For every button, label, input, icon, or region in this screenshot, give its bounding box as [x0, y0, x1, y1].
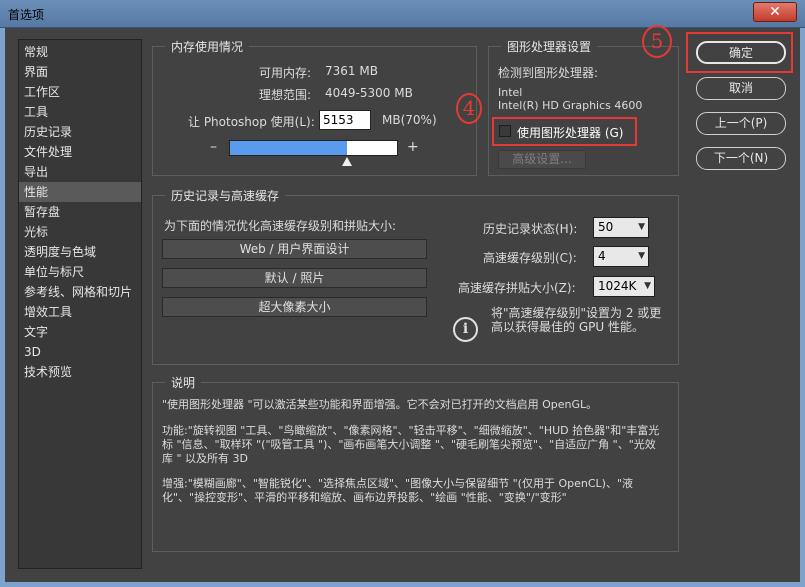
description-paragraph-3: 增强:"模糊画廊"、"智能锐化"、"选择焦点区域"、"图像大小与保留细节 "(仅…	[162, 477, 634, 504]
sidebar-item[interactable]: 工作区	[19, 82, 141, 102]
close-button[interactable]: ✕	[753, 2, 797, 22]
available-memory-value: 7361 MB	[325, 64, 378, 78]
sidebar-item[interactable]: 工具	[19, 102, 141, 122]
tile-size-label: 高速缓存拼贴大小(Z):	[458, 281, 576, 295]
available-memory-label: 可用内存:	[259, 66, 312, 80]
description-paragraph-1: "使用图形处理器 "可以激活某些功能和界面增强。它不会对已打开的文档启用 Ope…	[162, 398, 598, 411]
history-cache-title: 历史记录与高速缓存	[165, 187, 286, 204]
use-gpu-label[interactable]: 使用图形处理器 (G)	[517, 124, 623, 141]
sidebar-item[interactable]: 性能	[19, 182, 141, 202]
sidebar-item[interactable]: 光标	[19, 222, 141, 242]
sidebar-item[interactable]: 导出	[19, 162, 141, 182]
sidebar-item[interactable]: 文字	[19, 322, 141, 342]
window-title: 首选项	[8, 8, 45, 22]
history-states-select[interactable]: 50 ▼	[593, 217, 649, 238]
title-bar: 首选项 ✕	[0, 0, 805, 28]
gpu-model: Intel(R) HD Graphics 4600	[498, 99, 643, 112]
chevron-down-icon: ▼	[638, 222, 645, 232]
description-paragraph-2: 功能:"旋转视图 "工具、"鸟瞰缩放"、"像素网格"、"轻击平移"、"细微缩放"…	[162, 424, 660, 465]
sidebar: 常规 界面 工作区 工具 历史记录 文件处理 导出 性能 暂存盘 光标 透明度与色域 单位与标尺 参考线…	[18, 39, 142, 569]
cache-levels-value: 4	[598, 249, 606, 263]
preset-default-photo-button[interactable]: 默认 / 照片	[162, 268, 427, 288]
sidebar-item[interactable]: 界面	[19, 62, 141, 82]
ideal-range-label: 理想范围:	[259, 88, 312, 102]
history-states-value: 50	[598, 220, 614, 234]
sidebar-item[interactable]: 单位与标尺	[19, 262, 141, 282]
gpu-vendor: Intel	[498, 86, 523, 99]
tile-size-select[interactable]: 1024K ▼	[593, 276, 655, 297]
use-gpu-checkbox[interactable]	[499, 125, 511, 137]
memory-decrease-button[interactable]: –	[210, 139, 217, 155]
sidebar-item[interactable]: 技术预览	[19, 362, 141, 382]
sidebar-item[interactable]: 历史记录	[19, 122, 141, 142]
annotation-five: 5	[642, 25, 672, 58]
info-icon: i	[453, 317, 478, 342]
memory-group-title: 内存使用情况	[165, 38, 250, 55]
cache-levels-label: 高速缓存级别(C):	[483, 251, 577, 265]
next-button[interactable]: 下一个(N)	[696, 147, 786, 170]
memory-use-unit: MB(70%)	[382, 113, 437, 127]
history-states-label: 历史记录状态(H):	[483, 222, 578, 236]
preset-huge-pixel-button[interactable]: 超大像素大小	[162, 297, 427, 317]
gpu-info-line2: 高以获得最佳的 GPU 性能。	[491, 320, 644, 334]
gpu-detected-label: 检测到图形处理器:	[498, 66, 599, 80]
ideal-range-value: 4049-5300 MB	[325, 86, 413, 100]
sidebar-item[interactable]: 文件处理	[19, 142, 141, 162]
sidebar-item[interactable]: 暂存盘	[19, 202, 141, 222]
advanced-settings-button: 高级设置...	[498, 150, 586, 169]
previous-button[interactable]: 上一个(P)	[696, 112, 786, 135]
sidebar-item[interactable]: 透明度与色域	[19, 242, 141, 262]
memory-slider-thumb[interactable]	[342, 157, 353, 166]
description-title: 说明	[165, 374, 202, 391]
memory-use-input[interactable]: 5153	[319, 110, 371, 130]
sidebar-item[interactable]: 常规	[19, 42, 141, 62]
sidebar-item[interactable]: 参考线、网格和切片	[19, 282, 141, 302]
sidebar-item[interactable]: 增效工具	[19, 302, 141, 322]
cancel-button[interactable]: 取消	[696, 77, 786, 100]
cache-levels-select[interactable]: 4 ▼	[593, 246, 649, 267]
memory-use-label: 让 Photoshop 使用(L):	[188, 115, 315, 129]
memory-group: 内存使用情况	[152, 38, 477, 176]
annotation-four: 4	[456, 93, 482, 124]
ok-button[interactable]: 确定	[696, 41, 786, 64]
memory-increase-button[interactable]: +	[407, 139, 419, 155]
chevron-down-icon: ▼	[638, 251, 645, 261]
chevron-down-icon: ▼	[644, 281, 651, 291]
memory-slider-track[interactable]	[229, 140, 398, 156]
tile-size-value: 1024K	[598, 279, 637, 293]
optimize-label: 为下面的情况优化高速缓存级别和拼贴大小:	[164, 219, 397, 233]
preset-web-ui-button[interactable]: Web / 用户界面设计	[162, 239, 427, 259]
memory-slider-fill	[230, 141, 347, 155]
advanced-settings-label: 高级设置...	[512, 152, 572, 166]
sidebar-item[interactable]: 3D	[19, 342, 141, 362]
gpu-group-title: 图形处理器设置	[501, 38, 598, 55]
